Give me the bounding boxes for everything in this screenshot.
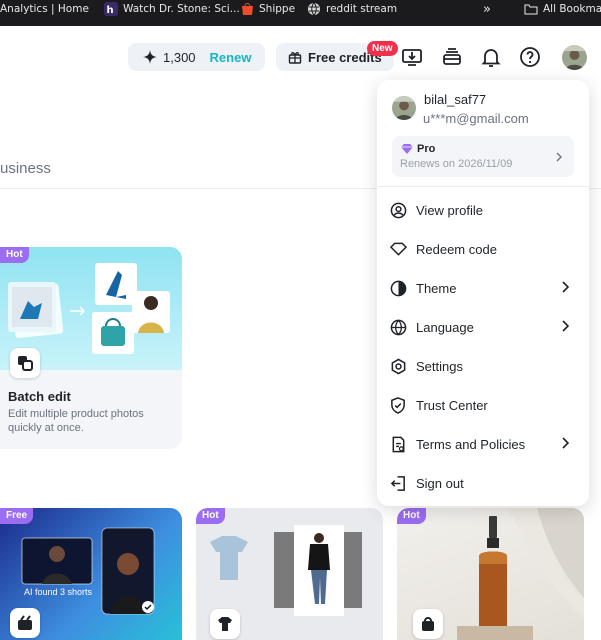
hot-badge: Hot: [397, 508, 426, 524]
shield-icon: [389, 396, 407, 414]
menu-item-label: Settings: [416, 358, 463, 374]
user-circle-icon: [389, 201, 407, 219]
avatar[interactable]: [562, 45, 587, 70]
help-icon[interactable]: [518, 45, 542, 69]
section-heading: usiness: [0, 160, 51, 177]
bookmark-label: reddit stream: [326, 3, 398, 15]
menu-item-settings[interactable]: Settings: [389, 349, 577, 383]
svg-text:h: h: [107, 5, 114, 16]
email: u***m@gmail.com: [423, 111, 529, 126]
ai-tshirt-icon: [210, 609, 240, 639]
sparkle-icon: [143, 50, 157, 64]
shorts-tool-icon: [10, 608, 40, 638]
h-site-icon: h: [104, 2, 118, 16]
menu-item-label: Sign out: [416, 475, 464, 491]
bookmark-label: Shippe: [259, 3, 296, 15]
hot-badge: Hot: [196, 508, 225, 524]
sign-out-icon: [389, 474, 407, 492]
chevron-right-icon: [562, 281, 569, 293]
download-app-icon[interactable]: [400, 45, 424, 69]
username: bilal_saf77: [424, 92, 487, 107]
menu-item-label: Terms and Policies: [416, 436, 526, 452]
plan-name: Pro: [417, 143, 436, 155]
shopee-icon: [241, 2, 254, 16]
try-on-card[interactable]: Hot: [196, 508, 383, 640]
folder-icon: [524, 3, 538, 15]
stack-icon[interactable]: [440, 45, 464, 69]
shorts-card[interactable]: Free AI found 3 shorts: [0, 508, 182, 640]
card-description: Edit multiple product photos quickly at …: [8, 408, 144, 434]
menu-item-view-profile[interactable]: View profile: [389, 193, 577, 227]
credits-value: 1,300: [163, 49, 196, 65]
new-badge: New: [367, 41, 398, 56]
menu-item-theme[interactable]: Theme: [389, 271, 577, 305]
menu-item-redeem-code[interactable]: Redeem code: [389, 232, 577, 266]
menu-divider: [377, 186, 589, 187]
bookmarks-overflow-button[interactable]: »: [483, 0, 491, 18]
bookmark-shippe[interactable]: Shippe: [241, 0, 295, 18]
gear-icon: [389, 357, 407, 375]
document-icon: [389, 435, 407, 453]
menu-item-label: View profile: [416, 202, 483, 218]
menu-item-label: Language: [416, 319, 474, 335]
hot-badge: Hot: [0, 247, 29, 263]
bookmark-analytics[interactable]: Analytics | Home: [0, 0, 89, 18]
shorts-caption: AI found 3 shorts: [24, 587, 93, 597]
free-badge: Free: [0, 508, 34, 524]
contrast-icon: [389, 279, 407, 297]
batch-edit-tool-icon: [10, 348, 40, 378]
all-bookmarks-label: All Bookmarks: [543, 3, 601, 15]
globe-icon: [389, 318, 407, 336]
bell-icon[interactable]: [479, 45, 503, 69]
bookmark-label: Watch Dr. Stone: Sci...: [123, 3, 240, 15]
ai-bag-icon: [413, 609, 443, 639]
bookmarks-bar: Analytics | Home h Watch Dr. Stone: Sci.…: [0, 0, 601, 26]
menu-item-label: Trust Center: [416, 397, 488, 413]
card-title: Batch edit: [8, 389, 71, 404]
product-photo-card[interactable]: Hot: [397, 508, 584, 640]
globe-icon: [307, 2, 321, 16]
renew-button[interactable]: Renew: [210, 50, 252, 65]
menu-item-language[interactable]: Language: [389, 310, 577, 344]
chevron-right-icon: [562, 320, 569, 332]
gift-icon: [288, 50, 302, 64]
menu-item-terms-and-policies[interactable]: Terms and Policies: [389, 427, 577, 461]
account-dropdown: bilal_saf77 u***m@gmail.com Pro Renews o…: [377, 80, 589, 506]
bookmark-dr-stone[interactable]: h Watch Dr. Stone: Sci...: [104, 0, 240, 18]
plan-card[interactable]: Pro Renews on 2026/11/09: [392, 136, 574, 177]
menu-item-label: Redeem code: [416, 241, 497, 257]
plan-renews: Renews on 2026/11/09: [400, 158, 513, 170]
chevron-right-icon: [562, 437, 569, 449]
chevron-right-icon: [556, 152, 562, 162]
bookmark-reddit-stream[interactable]: reddit stream: [307, 0, 397, 18]
pro-diamond-icon: [401, 144, 413, 154]
diamond-icon: [389, 240, 407, 258]
bookmark-label: Analytics | Home: [0, 3, 89, 15]
menu-item-label: Theme: [416, 280, 457, 296]
batch-edit-card[interactable]: Hot Batch edit Edit multiple product pho…: [0, 247, 182, 449]
menu-item-sign-out[interactable]: Sign out: [389, 466, 577, 500]
menu-item-trust-center[interactable]: Trust Center: [389, 388, 577, 422]
menu-avatar: [392, 96, 416, 120]
credits-pill[interactable]: 1,300 Renew: [128, 43, 265, 71]
all-bookmarks-button[interactable]: All Bookmarks: [524, 0, 601, 18]
